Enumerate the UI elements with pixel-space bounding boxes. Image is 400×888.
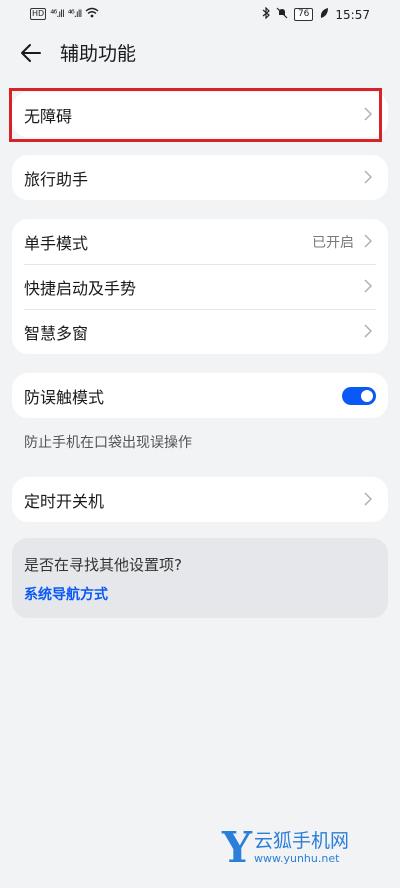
row-pocket-mode: 防误触模式 <box>12 373 388 418</box>
status-left: HD ⁴⁶.ıll ⁴⁶.ıll <box>30 7 99 21</box>
page-header: 辅助功能 <box>0 36 400 72</box>
mute-bell-icon <box>276 7 288 22</box>
watermark-text: 云狐手机网 www.yunhu.net <box>254 830 349 866</box>
chevron-right-icon <box>360 169 376 186</box>
row-scheduled-power[interactable]: 定时开关机 <box>12 477 388 522</box>
hd-badge: HD <box>30 8 47 20</box>
chevron-right-icon <box>360 233 376 250</box>
row-label: 无障碍 <box>24 106 73 126</box>
wifi-icon <box>85 7 99 21</box>
chevron-right-icon <box>360 106 376 123</box>
row-one-hand-mode[interactable]: 单手模式 已开启 <box>12 219 388 264</box>
status-bar: HD ⁴⁶.ıll ⁴⁶.ıll 76 15:57 <box>0 0 400 28</box>
status-right: 76 15:57 <box>262 6 370 22</box>
signal-icon-2: ⁴⁶.ıll <box>67 8 82 20</box>
chevron-right-icon <box>360 323 376 340</box>
chevron-right-icon <box>360 491 376 508</box>
clock-time: 15:57 <box>335 7 370 22</box>
pocket-mode-card: 防误触模式 <box>12 373 388 418</box>
row-shortcut-gestures[interactable]: 快捷启动及手势 <box>12 264 388 309</box>
travel-card: 旅行助手 <box>12 155 388 200</box>
pocket-mode-description: 防止手机在口袋出现误操作 <box>24 435 192 451</box>
signal-icon: ⁴⁶.ıll <box>50 8 64 20</box>
system-navigation-link[interactable]: 系统导航方式 <box>24 584 108 604</box>
row-label: 防误触模式 <box>24 387 105 407</box>
timer-card: 定时开关机 <box>12 477 388 522</box>
row-smart-multi-window[interactable]: 智慧多窗 <box>12 309 388 354</box>
mode-card: 单手模式 已开启 快捷启动及手势 智慧多窗 <box>12 219 388 354</box>
row-label: 定时开关机 <box>24 491 105 511</box>
suggestion-card: 是否在寻找其他设置项? 系统导航方式 <box>12 538 388 618</box>
accessibility-card: 无障碍 <box>12 92 388 137</box>
watermark-url: www.yunhu.net <box>253 852 340 865</box>
back-arrow-icon[interactable] <box>20 38 50 68</box>
suggestion-question: 是否在寻找其他设置项? <box>24 556 182 574</box>
page-title: 辅助功能 <box>60 43 137 65</box>
leaf-icon <box>319 7 329 22</box>
watermark-name: 云狐手机网 <box>253 830 349 852</box>
row-label: 快捷启动及手势 <box>24 278 137 298</box>
battery-icon: 76 <box>293 8 314 21</box>
status-value: 已开启 <box>312 234 354 251</box>
bluetooth-icon <box>262 6 270 22</box>
watermark: Y 云狐手机网 www.yunhu.net <box>222 826 349 870</box>
pocket-mode-toggle[interactable] <box>342 386 376 405</box>
row-travel-assistant[interactable]: 旅行助手 <box>12 155 388 200</box>
row-label: 旅行助手 <box>24 169 89 189</box>
row-label: 单手模式 <box>24 233 89 253</box>
watermark-logo: Y <box>222 823 252 872</box>
row-accessibility[interactable]: 无障碍 <box>12 92 388 137</box>
row-label: 智慧多窗 <box>24 323 89 343</box>
chevron-right-icon <box>360 278 376 295</box>
